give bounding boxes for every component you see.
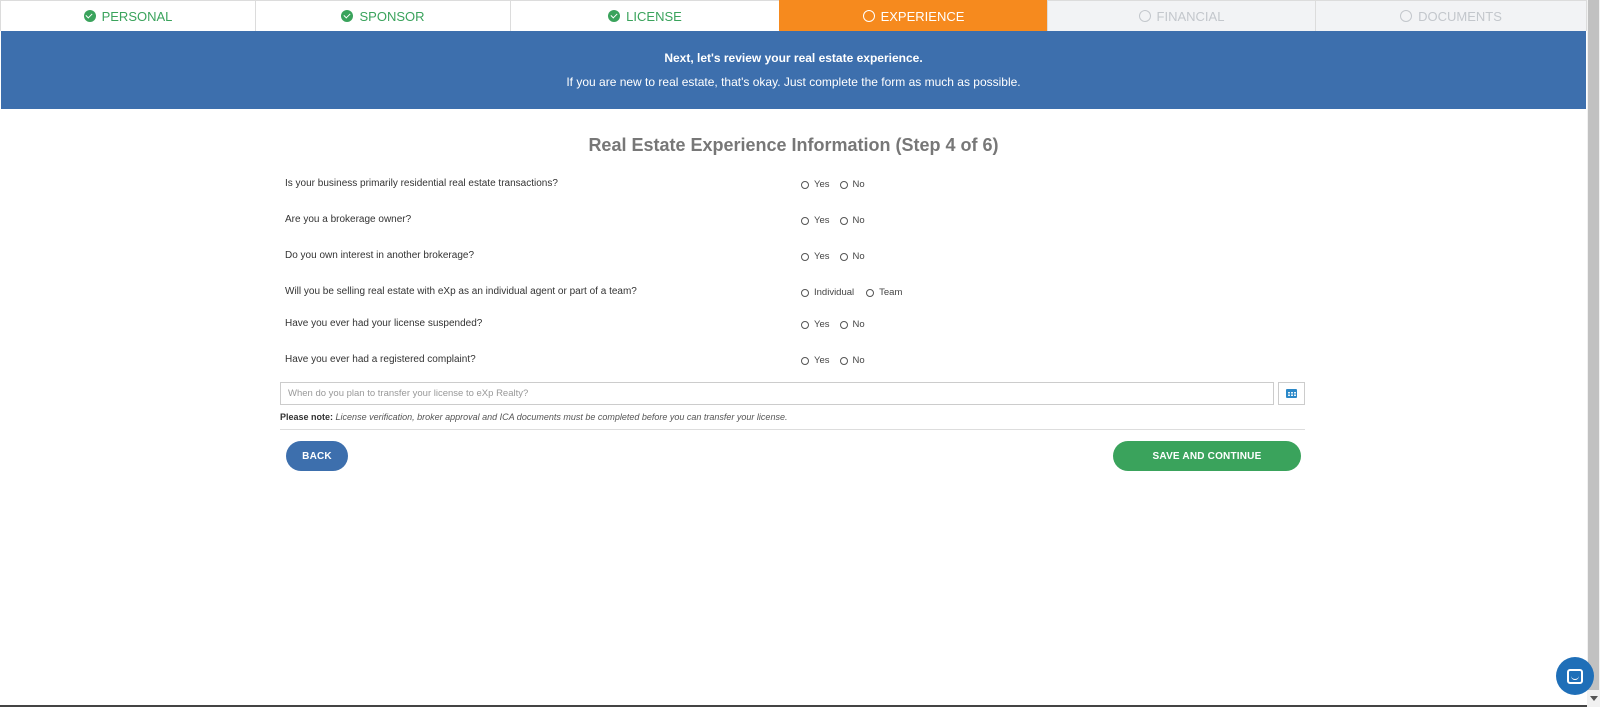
- step-personal[interactable]: PERSONAL: [0, 0, 256, 31]
- chat-icon: [1567, 668, 1583, 684]
- chat-launcher-button[interactable]: [1556, 657, 1594, 695]
- banner-subtext: If you are new to real estate, that's ok…: [566, 75, 1021, 89]
- radio-circle-icon[interactable]: [801, 180, 809, 189]
- step-progress-bar: PERSONAL SPONSOR LICENSE EXPERIENCE FINA…: [0, 0, 1587, 31]
- page-title: Real Estate Experience Information (Step…: [588, 135, 999, 155]
- radio-circle-icon[interactable]: [801, 356, 809, 365]
- radio-label: No: [852, 251, 865, 262]
- radio-label: No: [852, 215, 865, 226]
- question-brokerage-owner: Are you a brokerage owner? Yes No: [285, 214, 1305, 234]
- step-label: SPONSOR: [359, 8, 425, 24]
- radio-yes[interactable]: Yes: [801, 251, 830, 262]
- circle-icon: [1138, 10, 1151, 22]
- question-text: Is your business primarily residential r…: [285, 178, 558, 189]
- radio-team[interactable]: Team: [866, 287, 902, 298]
- radio-group: Yes No: [801, 179, 875, 190]
- radio-no[interactable]: No: [839, 355, 865, 366]
- intro-banner: Next, let's review your real estate expe…: [1, 31, 1586, 109]
- radio-yes[interactable]: Yes: [801, 179, 830, 190]
- radio-yes[interactable]: Yes: [801, 215, 830, 226]
- radio-circle-icon[interactable]: [801, 288, 809, 297]
- step-label: EXPERIENCE: [880, 8, 965, 24]
- question-license-suspended: Have you ever had your license suspended…: [285, 318, 1305, 338]
- radio-yes[interactable]: Yes: [801, 319, 830, 330]
- radio-label: Yes: [814, 179, 830, 190]
- circle-icon: [1400, 10, 1413, 22]
- radio-no[interactable]: No: [839, 251, 865, 262]
- question-residential: Is your business primarily residential r…: [285, 178, 1305, 198]
- radio-label: Yes: [814, 355, 830, 366]
- radio-circle-icon[interactable]: [839, 180, 848, 189]
- radio-group: Yes No: [801, 319, 875, 330]
- question-text: Are you a brokerage owner?: [285, 214, 412, 225]
- radio-label: Team: [879, 287, 903, 298]
- scrollbar-thumb[interactable]: [1588, 0, 1599, 690]
- radio-individual[interactable]: Individual: [801, 287, 854, 298]
- check-circle-icon: [83, 10, 96, 22]
- radio-circle-icon[interactable]: [801, 320, 809, 329]
- radio-circle-icon[interactable]: [839, 356, 848, 365]
- step-sponsor[interactable]: SPONSOR: [255, 0, 511, 31]
- question-text: Do you own interest in another brokerage…: [285, 250, 475, 261]
- radio-circle-icon[interactable]: [839, 252, 848, 261]
- divider: [280, 429, 1305, 430]
- radio-no[interactable]: No: [839, 215, 865, 226]
- check-circle-icon: [341, 10, 354, 22]
- transfer-date-placeholder: When do you plan to transfer your licens…: [288, 388, 529, 399]
- question-text: Have you ever had your license suspended…: [285, 318, 483, 329]
- note-text: License verification, broker approval an…: [335, 412, 788, 422]
- step-label: PERSONAL: [101, 8, 173, 24]
- radio-label: Yes: [814, 251, 830, 262]
- step-label: DOCUMENTS: [1418, 8, 1502, 24]
- check-circle-icon: [608, 10, 621, 22]
- question-brokerage-interest: Do you own interest in another brokerage…: [285, 250, 1305, 270]
- step-documents: DOCUMENTS: [1315, 0, 1587, 31]
- radio-group: Yes No: [801, 355, 875, 366]
- radio-circle-icon[interactable]: [801, 216, 809, 225]
- note-label: Please note:: [280, 412, 334, 422]
- radio-group: Individual Team: [801, 287, 912, 298]
- scroll-down-arrow-icon[interactable]: [1590, 696, 1598, 701]
- step-label: LICENSE: [626, 8, 682, 24]
- question-text: Will you be selling real estate with eXp…: [285, 286, 637, 297]
- radio-yes[interactable]: Yes: [801, 355, 830, 366]
- step-label: FINANCIAL: [1156, 8, 1225, 24]
- calendar-button[interactable]: [1278, 382, 1305, 405]
- back-button[interactable]: BACK: [286, 441, 348, 471]
- radio-no[interactable]: No: [839, 179, 865, 190]
- banner-heading: Next, let's review your real estate expe…: [664, 51, 923, 65]
- radio-label: Yes: [814, 215, 830, 226]
- step-license[interactable]: LICENSE: [510, 0, 780, 31]
- step-financial: FINANCIAL: [1047, 0, 1316, 31]
- radio-label: No: [852, 319, 865, 330]
- question-individual-or-team: Will you be selling real estate with eXp…: [285, 286, 1305, 306]
- step-experience[interactable]: EXPERIENCE: [779, 0, 1048, 31]
- radio-circle-icon[interactable]: [839, 216, 848, 225]
- radio-label: Individual: [814, 287, 855, 298]
- radio-label: No: [852, 355, 865, 366]
- calendar-icon: [1286, 389, 1297, 398]
- transfer-note: Please note: License verification, broke…: [280, 412, 787, 422]
- radio-group: Yes No: [801, 251, 875, 262]
- question-registered-complaint: Have you ever had a registered complaint…: [285, 354, 1305, 374]
- radio-circle-icon[interactable]: [866, 288, 875, 297]
- radio-label: Yes: [814, 319, 830, 330]
- question-text: Have you ever had a registered complaint…: [285, 354, 476, 365]
- radio-circle-icon[interactable]: [801, 252, 809, 261]
- radio-group: Yes No: [801, 215, 875, 226]
- radio-label: No: [852, 179, 865, 190]
- radio-no[interactable]: No: [839, 319, 865, 330]
- save-and-continue-button[interactable]: SAVE AND CONTINUE: [1113, 441, 1301, 471]
- circle-icon: [862, 10, 875, 22]
- transfer-date-input[interactable]: When do you plan to transfer your licens…: [280, 382, 1274, 405]
- radio-circle-icon[interactable]: [839, 320, 848, 329]
